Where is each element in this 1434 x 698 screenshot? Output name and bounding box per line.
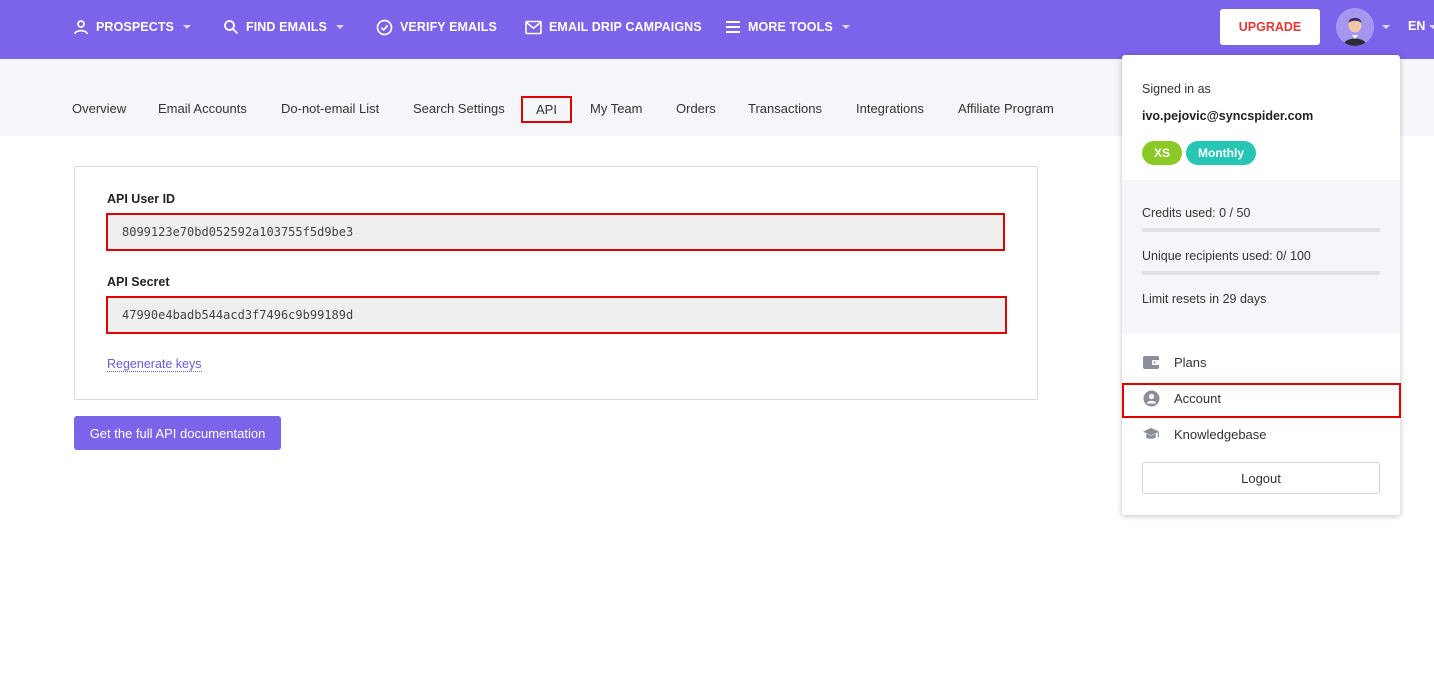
menu-icon	[726, 21, 740, 33]
menu-item-plans[interactable]: Plans	[1142, 351, 1207, 373]
upgrade-button[interactable]: UPGRADE	[1220, 9, 1320, 45]
tab-affiliate-program[interactable]: Affiliate Program	[958, 101, 1054, 116]
regenerate-keys-link[interactable]: Regenerate keys	[107, 357, 202, 372]
nav-more-tools-label: MORE TOOLS	[748, 20, 833, 34]
api-secret-field[interactable]: 47990e4badb544acd3f7496c9b99189d	[106, 296, 1007, 334]
user-email: ivo.pejovic@syncspider.com	[1142, 109, 1314, 123]
api-documentation-button[interactable]: Get the full API documentation	[74, 416, 281, 450]
api-keys-card	[74, 166, 1038, 400]
tab-do-not-email-list[interactable]: Do-not-email List	[281, 101, 379, 116]
nav-email-drip-label: EMAIL DRIP CAMPAIGNS	[549, 20, 702, 34]
billing-period-badge: Monthly	[1186, 141, 1256, 165]
check-circle-icon	[376, 19, 393, 35]
person-icon	[74, 20, 88, 35]
language-selector[interactable]: EN	[1408, 19, 1425, 33]
api-user-id-field[interactable]: 8099123e70bd052592a103755f5d9be3	[106, 213, 1005, 251]
tab-my-team[interactable]: My Team	[590, 101, 643, 116]
credits-used-label: Credits used: 0 / 50	[1142, 206, 1251, 220]
user-avatar-icon	[1336, 8, 1374, 46]
user-circle-icon	[1142, 389, 1160, 407]
tab-search-settings[interactable]: Search Settings	[413, 101, 505, 116]
nav-email-drip-campaigns[interactable]: EMAIL DRIP CAMPAIGNS	[525, 0, 702, 54]
tab-integrations[interactable]: Integrations	[856, 101, 924, 116]
tab-transactions[interactable]: Transactions	[748, 101, 822, 116]
nav-prospects-label: PROSPECTS	[96, 20, 174, 34]
menu-item-plans-label: Plans	[1174, 354, 1207, 370]
credits-progress-bar	[1142, 228, 1380, 232]
api-secret-label: API Secret	[107, 275, 170, 289]
language-chevron-down-icon[interactable]	[1429, 25, 1434, 29]
nav-verify-emails-label: VERIFY EMAILS	[400, 20, 497, 34]
api-user-id-label: API User ID	[107, 192, 176, 206]
menu-item-knowledgebase[interactable]: Knowledgebase	[1142, 423, 1267, 445]
nav-prospects[interactable]: PROSPECTS	[73, 0, 191, 54]
graduation-cap-icon	[1142, 425, 1160, 443]
envelope-icon	[525, 20, 542, 34]
limit-reset-label: Limit resets in 29 days	[1142, 292, 1267, 306]
user-dropdown-menu: Signed in as ivo.pejovic@syncspider.com …	[1122, 55, 1401, 515]
usage-section: Credits used: 0 / 50 Unique recipients u…	[1122, 180, 1400, 334]
tab-api[interactable]: API	[521, 96, 572, 123]
tab-orders[interactable]: Orders	[676, 101, 716, 116]
menu-item-knowledgebase-label: Knowledgebase	[1174, 426, 1267, 442]
chevron-down-icon	[183, 25, 191, 29]
search-icon	[224, 20, 239, 35]
plan-size-badge: XS	[1142, 141, 1182, 165]
chevron-down-icon	[335, 25, 344, 29]
nav-more-tools[interactable]: MORE TOOLS	[725, 0, 850, 54]
recipients-used-label: Unique recipients used: 0/ 100	[1142, 249, 1311, 263]
menu-item-account-label: Account	[1174, 390, 1221, 406]
avatar-chevron-down-icon[interactable]	[1382, 25, 1390, 29]
logout-button[interactable]: Logout	[1142, 462, 1380, 494]
wallet-icon	[1142, 353, 1160, 371]
nav-find-emails[interactable]: FIND EMAILS	[223, 0, 344, 54]
recipients-progress-bar	[1142, 271, 1380, 275]
nav-find-emails-label: FIND EMAILS	[246, 20, 327, 34]
tab-overview[interactable]: Overview	[72, 101, 126, 116]
tab-email-accounts[interactable]: Email Accounts	[158, 101, 247, 116]
top-navigation-bar: PROSPECTS FIND EMAILS VERIFY EMAILS EMAI…	[0, 0, 1434, 59]
signed-in-label: Signed in as	[1142, 82, 1211, 96]
menu-item-account[interactable]: Account	[1142, 387, 1221, 409]
avatar[interactable]	[1336, 8, 1374, 46]
nav-verify-emails[interactable]: VERIFY EMAILS	[376, 0, 497, 54]
chevron-down-icon	[841, 25, 850, 29]
